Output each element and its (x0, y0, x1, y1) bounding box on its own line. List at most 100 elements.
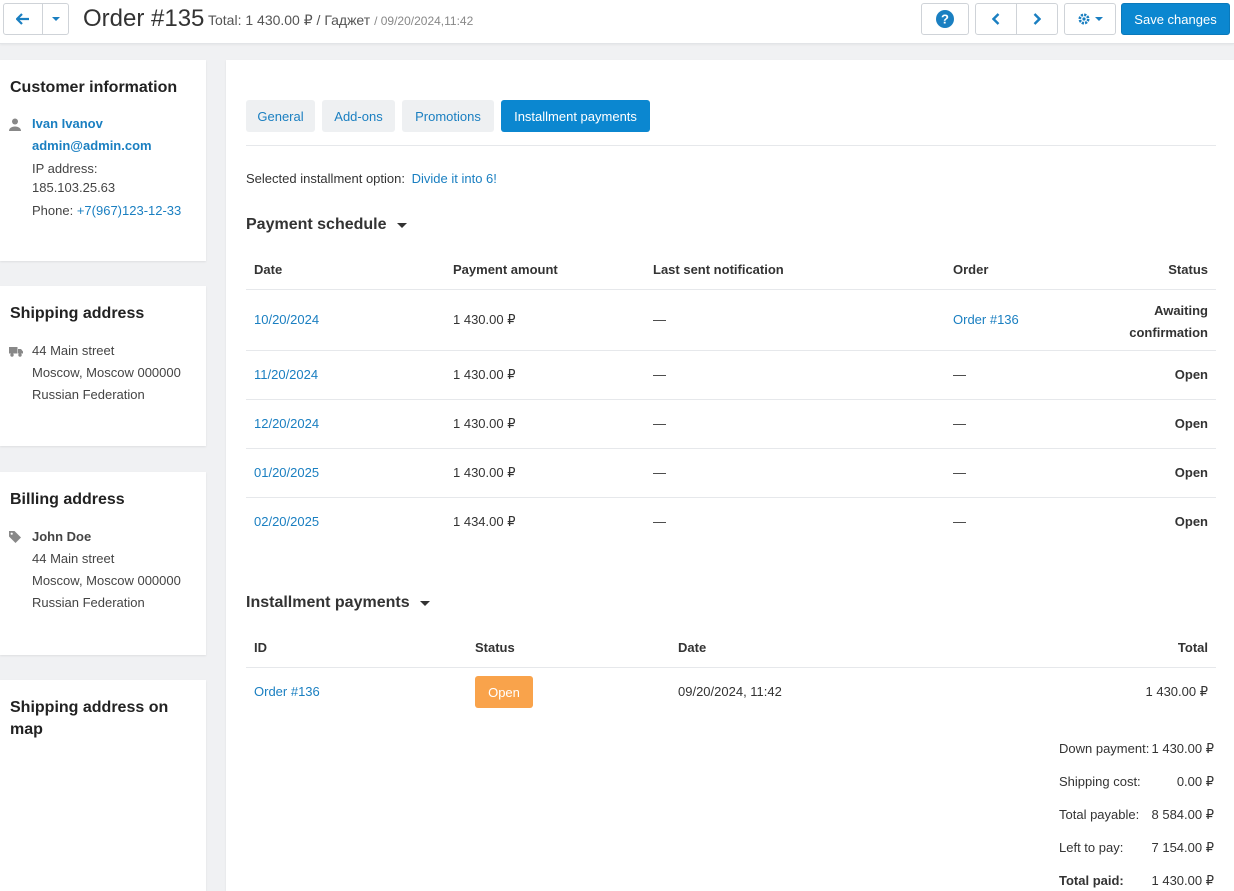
installment-payments-title: Installment payments (246, 594, 410, 611)
schedule-row-1-status-line2: confirmation (1129, 325, 1208, 340)
shipping-map-title: Shipping address on map (10, 697, 168, 741)
schedule-row-4-order: — (953, 465, 966, 480)
back-dropdown-button[interactable] (42, 3, 69, 35)
schedule-row-1-status: Awaiting confirmation (1129, 300, 1208, 344)
tab-promotions[interactable]: Promotions (402, 100, 494, 132)
schedule-row-4-date[interactable]: 01/20/2025 (254, 464, 319, 482)
billing-street: 44 Main street (32, 551, 115, 566)
order-subtitle: Total: 1 430.00 ₽ / Гаджет / 09/20/2024,… (208, 12, 473, 29)
previous-order-button[interactable] (975, 3, 1017, 35)
shipping-map-title-line1: Shipping address on (10, 699, 169, 716)
user-icon (9, 118, 21, 131)
next-order-button[interactable] (1016, 3, 1058, 35)
payments-header-status: Status (475, 640, 515, 655)
schedule-row-3-order: — (953, 416, 966, 431)
schedule-row-5-order: — (953, 514, 966, 529)
top-bar: Order #135 Total: 1 430.00 ₽ / Гаджет / … (0, 0, 1234, 44)
installment-payments-toggle[interactable]: Installment payments (246, 594, 430, 612)
schedule-row-4-amount: 1 430.00 ₽ (453, 465, 516, 480)
ip-label: IP address: (32, 161, 98, 176)
shipping-city: Moscow, Moscow 000000 (32, 365, 181, 380)
row-divider (246, 350, 1216, 351)
schedule-row-1-amount: 1 430.00 ₽ (453, 312, 516, 327)
payment-row-1-total: 1 430.00 ₽ (1145, 684, 1209, 699)
schedule-row-4-notification: — (653, 465, 666, 480)
billing-city: Moscow, Moscow 000000 (32, 573, 181, 588)
summary-left-to-pay-value: 7 154.00 ₽ (1151, 840, 1215, 855)
gear-icon (1078, 13, 1090, 25)
back-button[interactable] (3, 3, 43, 35)
payment-schedule-title: Payment schedule (246, 216, 387, 233)
payment-row-1-id[interactable]: Order #136 (254, 683, 320, 701)
schedule-header-order: Order (953, 262, 989, 277)
payments-header-id: ID (254, 640, 267, 655)
caret-down-icon (396, 222, 407, 228)
order-total: Total: 1 430.00 ₽ / Гаджет (208, 12, 371, 28)
billing-name: John Doe (32, 529, 92, 544)
row-divider (246, 497, 1216, 498)
save-changes-button[interactable]: Save changes (1121, 3, 1230, 35)
summary-shipping-cost-value: 0.00 ₽ (1176, 774, 1214, 789)
truck-icon (9, 347, 23, 357)
svg-text:?: ? (941, 12, 949, 27)
summary-down-payment-label: Down payment: (1059, 741, 1150, 756)
shipping-map-card: Shipping address on map (0, 680, 206, 891)
shipping-address-card: Shipping address 44 Main street Moscow, … (0, 286, 206, 446)
customer-email-link[interactable]: admin@admin.com (32, 137, 152, 155)
schedule-header-notification: Last sent notification (653, 262, 784, 277)
customer-info-card: Customer information Ivan Ivanov admin@a… (0, 60, 206, 261)
customer-info-title: Customer information (10, 79, 178, 96)
phone-link[interactable]: +7(967)123-12-33 (77, 203, 181, 218)
schedule-row-3-date[interactable]: 12/20/2024 (254, 415, 319, 433)
ip-value: 185.103.25.63 (32, 180, 116, 195)
help-button[interactable]: ? (921, 3, 969, 35)
row-divider (246, 399, 1216, 400)
summary-down-payment-value: 1 430.00 ₽ (1151, 741, 1215, 756)
schedule-row-3-amount: 1 430.00 ₽ (453, 416, 516, 431)
schedule-row-2-status: Open (1174, 367, 1208, 382)
caret-down-icon (1095, 17, 1103, 21)
tab-installment-payments[interactable]: Installment payments (501, 100, 650, 132)
arrow-left-icon (16, 13, 29, 25)
tab-general[interactable]: General (246, 100, 315, 132)
summary-total-payable-value: 8 584.00 ₽ (1151, 807, 1215, 822)
schedule-row-2-amount: 1 430.00 ₽ (453, 367, 516, 382)
shipping-address-title: Shipping address (10, 305, 145, 322)
summary-left-to-pay-label: Left to pay: (1059, 840, 1124, 855)
schedule-header-date: Date (254, 262, 283, 277)
row-divider (246, 448, 1216, 449)
schedule-row-1-status-line1: Awaiting (1154, 303, 1208, 318)
summary-shipping-cost-label: Shipping cost: (1059, 774, 1141, 789)
shipping-street: 44 Main street (32, 343, 115, 358)
phone-label: Phone: (32, 203, 74, 218)
installment-option-link[interactable]: Divide it into 6! (412, 171, 497, 186)
payment-schedule-toggle[interactable]: Payment schedule (246, 216, 407, 234)
billing-country: Russian Federation (32, 595, 145, 610)
summary-total-paid-value: 1 430.00 ₽ (1151, 873, 1215, 888)
page-title: Order #135 (83, 5, 205, 32)
settings-dropdown-button[interactable] (1064, 3, 1116, 35)
schedule-header-amount: Payment amount (453, 262, 558, 277)
schedule-row-1-date[interactable]: 10/20/2024 (254, 311, 319, 329)
shipping-map-title-line2: map (10, 721, 43, 738)
caret-down-icon (51, 17, 60, 21)
tab-add-ons[interactable]: Add-ons (322, 100, 395, 132)
installment-option-label: Selected installment option: (246, 171, 405, 186)
schedule-row-1-order[interactable]: Order #136 (953, 311, 1019, 329)
billing-address-card: Billing address John Doe 44 Main street … (0, 472, 206, 655)
installment-option: Selected installment option: Divide it i… (246, 170, 497, 188)
billing-address-title: Billing address (10, 491, 125, 508)
schedule-row-5-amount: 1 434.00 ₽ (453, 514, 516, 529)
schedule-row-2-date[interactable]: 11/20/2024 (254, 366, 318, 384)
order-date: / 09/20/2024,11:42 (374, 14, 474, 28)
payment-row-1-date: 09/20/2024, 11:42 (678, 684, 782, 699)
chevron-right-icon (1033, 13, 1041, 25)
schedule-header-status: Status (1168, 262, 1208, 277)
phone-row: Phone: +7(967)123-12-33 (32, 202, 181, 220)
schedule-row-5-date[interactable]: 02/20/2025 (254, 513, 319, 531)
main-panel: General Add-ons Promotions Installment p… (226, 60, 1234, 891)
schedule-row-2-notification: — (653, 367, 666, 382)
payment-row-1-status-badge[interactable]: Open (475, 676, 533, 708)
schedule-row-1-notification: — (653, 312, 666, 327)
customer-name-link[interactable]: Ivan Ivanov (32, 115, 103, 133)
